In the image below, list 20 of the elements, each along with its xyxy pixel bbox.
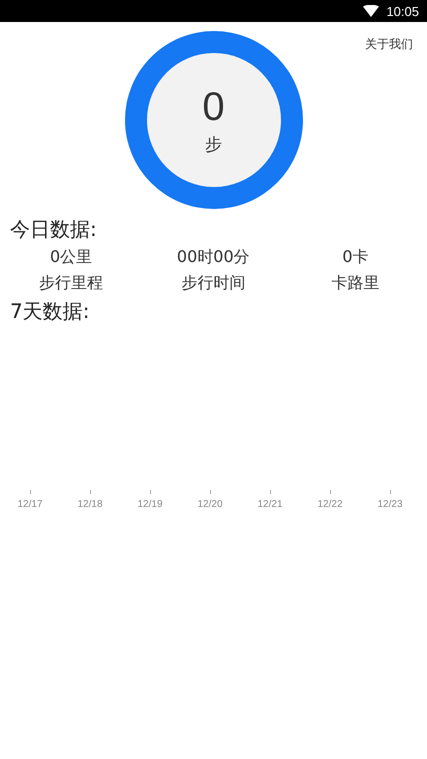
date-label: 12/18 <box>77 499 103 510</box>
section-title: 今日数据: <box>9 216 98 243</box>
about-link[interactable]: 关于我们 <box>365 36 413 53</box>
date-label: 12/22 <box>317 499 343 510</box>
stat-label: 步行时间 <box>181 272 246 294</box>
wifi-icon <box>363 5 380 17</box>
step-unit: 步 <box>205 134 222 156</box>
date-label: 12/20 <box>197 499 223 510</box>
stat-label: 卡路里 <box>331 272 380 294</box>
stat-value: 0卡 <box>342 246 369 268</box>
date-label: 12/23 <box>377 499 403 510</box>
stat-label: 步行里程 <box>39 272 104 294</box>
status-time: 10:05 <box>386 4 419 18</box>
date-label: 12/21 <box>257 499 283 510</box>
step-count: 0 <box>202 84 225 128</box>
stat-value: 00时00分 <box>176 246 250 268</box>
date-label: 12/17 <box>17 499 43 510</box>
stat-value: 0公里 <box>50 246 92 268</box>
date-label: 12/19 <box>137 499 163 510</box>
section-title: 7天数据: <box>9 298 90 325</box>
